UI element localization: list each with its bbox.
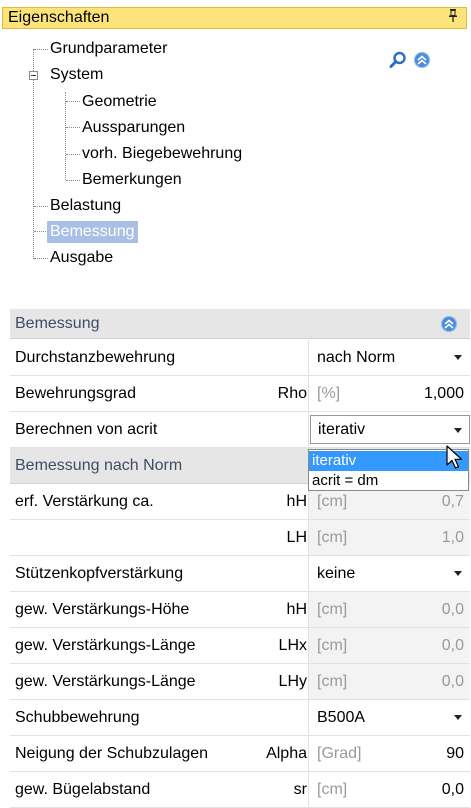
property-label: Berechnen von acrit bbox=[15, 421, 158, 438]
navigation-tree: Grundparameter System Geometrie Aussparu… bbox=[0, 0, 470, 300]
tree-line bbox=[66, 180, 80, 181]
property-label: Stützenkopfverstärkung bbox=[15, 565, 184, 582]
select-stuetzenkopfverstaerkung[interactable]: keine bbox=[308, 556, 470, 591]
property-symbol: hH bbox=[286, 493, 307, 510]
combobox-field[interactable]: iterativ bbox=[310, 415, 470, 444]
chevron-down-icon[interactable] bbox=[454, 715, 462, 720]
option-label: iterativ bbox=[312, 452, 357, 469]
select-value: B500A bbox=[317, 709, 366, 726]
property-label: gew. Bügelabstand bbox=[15, 781, 151, 798]
property-row: Bewehrungsgrad Rho [%] 1,000 bbox=[10, 376, 470, 412]
collapse-chevrons-icon[interactable] bbox=[414, 52, 430, 68]
property-row: Schubbewehrung B500A bbox=[10, 700, 470, 736]
mouse-cursor-icon bbox=[446, 445, 466, 476]
section-title: Bemessung bbox=[15, 315, 100, 332]
tree-item-grundparameter[interactable]: Grundparameter bbox=[50, 40, 167, 58]
property-value: 90 bbox=[446, 745, 464, 762]
property-row: Durchstanzbewehrung nach Norm bbox=[10, 340, 470, 376]
property-row: gew. Verstärkungs-Länge LHy [cm] 0,0 bbox=[10, 664, 470, 700]
property-row: gew. Bügelabstand sr [cm] 0,0 bbox=[10, 772, 470, 808]
property-row: Stützenkopfverstärkung keine bbox=[10, 556, 470, 592]
select-value: iterativ bbox=[318, 421, 366, 438]
select-berechnen-von-acrit[interactable]: iterativ bbox=[308, 412, 470, 447]
select-value: keine bbox=[317, 565, 356, 582]
readonly-field: [cm] 1,0 bbox=[308, 520, 470, 555]
tree-item-geometrie[interactable]: Geometrie bbox=[82, 93, 157, 111]
input-neigung-schubzulagen[interactable]: [Grad] 90 bbox=[308, 736, 470, 771]
tree-line bbox=[66, 154, 80, 155]
tree-item-belastung[interactable]: Belastung bbox=[50, 197, 121, 215]
property-label: Schubbewehrung bbox=[15, 709, 140, 726]
select-durchstanzbewehrung[interactable]: nach Norm bbox=[308, 340, 470, 375]
property-label: gew. Verstärkungs-Länge bbox=[15, 637, 196, 654]
property-row: Berechnen von acrit iterativ bbox=[10, 412, 470, 448]
tree-item-ausgabe[interactable]: Ausgabe bbox=[50, 249, 113, 267]
select-value: nach Norm bbox=[317, 349, 396, 366]
tree-item-aussparungen[interactable]: Aussparungen bbox=[82, 119, 185, 137]
input-bewehrungsgrad[interactable]: [%] 1,000 bbox=[308, 376, 470, 411]
properties-panel: Eigenschaften Grundparameter System Geom… bbox=[0, 0, 470, 808]
tree-line bbox=[33, 49, 34, 259]
tree-line bbox=[66, 127, 80, 128]
collapse-chevrons-icon[interactable] bbox=[441, 316, 457, 332]
readonly-field: [cm] 0,0 bbox=[308, 664, 470, 699]
property-symbol: sr bbox=[293, 781, 307, 798]
property-value: 1,000 bbox=[423, 385, 464, 402]
property-value: 0,0 bbox=[441, 637, 464, 654]
tree-line bbox=[65, 92, 66, 180]
select-schubbewehrung[interactable]: B500A bbox=[308, 700, 470, 735]
property-row: gew. Verstärkungs-Höhe hH [cm] 0,0 bbox=[10, 592, 470, 628]
property-unit: [cm] bbox=[317, 781, 348, 798]
tree-line bbox=[34, 231, 48, 232]
property-label: gew. Verstärkungs-Höhe bbox=[15, 601, 190, 618]
property-label: Bewehrungsgrad bbox=[15, 385, 136, 402]
tree-line bbox=[66, 101, 80, 102]
property-value: 0,0 bbox=[441, 781, 464, 798]
property-unit: [cm] bbox=[317, 493, 348, 510]
tree-collapse-toggle[interactable] bbox=[29, 71, 38, 80]
property-row: Neigung der Schubzulagen Alpha [Grad] 90 bbox=[10, 736, 470, 772]
option-label: acrit = dm bbox=[312, 472, 379, 489]
property-label: Neigung der Schubzulagen bbox=[15, 745, 209, 762]
section-header-bemessung[interactable]: Bemessung bbox=[10, 309, 470, 339]
property-value: 0,0 bbox=[441, 601, 464, 618]
property-symbol: LH bbox=[286, 529, 307, 546]
property-unit: [cm] bbox=[317, 637, 348, 654]
property-symbol: hH bbox=[286, 601, 307, 618]
property-symbol: LHx bbox=[278, 637, 307, 654]
dropdown-option-acrit-dm[interactable]: acrit = dm bbox=[309, 471, 468, 491]
tree-item-system[interactable]: System bbox=[50, 66, 103, 84]
acrit-dropdown-list: iterativ acrit = dm bbox=[308, 449, 469, 491]
property-unit: [cm] bbox=[317, 529, 348, 546]
section-title: Bemessung nach Norm bbox=[15, 457, 183, 474]
property-unit: [Grad] bbox=[317, 745, 362, 762]
property-label: gew. Verstärkungs-Länge bbox=[15, 673, 196, 690]
chevron-down-icon[interactable] bbox=[454, 428, 462, 433]
tree-line bbox=[34, 258, 48, 259]
tree-item-bemessung[interactable]: Bemessung bbox=[47, 221, 138, 243]
property-value: 0,0 bbox=[441, 673, 464, 690]
property-row: gew. Verstärkungs-Länge LHx [cm] 0,0 bbox=[10, 628, 470, 664]
property-unit: [%] bbox=[317, 385, 341, 402]
dropdown-option-iterativ[interactable]: iterativ bbox=[309, 451, 468, 471]
property-value: 0,7 bbox=[441, 493, 464, 510]
property-value: 1,0 bbox=[441, 529, 464, 546]
property-symbol: LHy bbox=[278, 673, 307, 690]
tree-item-bemerkungen[interactable]: Bemerkungen bbox=[82, 171, 182, 189]
chevron-down-icon[interactable] bbox=[454, 355, 462, 360]
search-icon[interactable] bbox=[388, 50, 408, 70]
property-symbol: Alpha bbox=[266, 745, 307, 762]
tree-item-vorh-biegebewehrung[interactable]: vorh. Biegebewehrung bbox=[82, 145, 242, 163]
readonly-field: [cm] 0,0 bbox=[308, 628, 470, 663]
property-row: LH [cm] 1,0 bbox=[10, 520, 470, 556]
chevron-down-icon[interactable] bbox=[454, 571, 462, 576]
tree-line bbox=[34, 206, 48, 207]
tree-line bbox=[34, 49, 48, 50]
readonly-field: [cm] 0,0 bbox=[308, 592, 470, 627]
property-label: Durchstanzbewehrung bbox=[15, 349, 176, 366]
property-unit: [cm] bbox=[317, 601, 348, 618]
property-symbol: Rho bbox=[277, 385, 307, 402]
property-unit: [cm] bbox=[317, 673, 348, 690]
property-label: erf. Verstärkung ca. bbox=[15, 493, 154, 510]
